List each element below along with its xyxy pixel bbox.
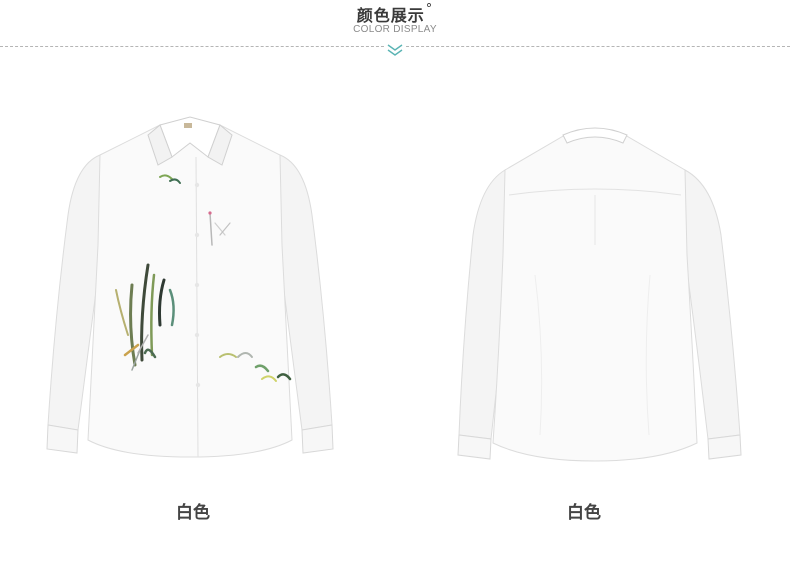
color-label-front: 白色 <box>176 503 210 523</box>
section-title-text: 颜色展示 <box>356 6 425 25</box>
section-header: 颜色展示° COLOR DISPLAY <box>0 0 790 62</box>
double-chevron-down-icon <box>385 42 405 58</box>
shirt-back-icon <box>457 127 742 462</box>
product-image-back <box>435 95 765 495</box>
shirt-front-icon <box>46 116 334 458</box>
product-image-front <box>20 95 350 495</box>
section-title: 颜色展示° <box>0 2 790 26</box>
title-degree-mark: ° <box>425 2 434 17</box>
section-subtitle: COLOR DISPLAY <box>353 24 437 35</box>
color-label-back: 白色 <box>567 503 601 523</box>
